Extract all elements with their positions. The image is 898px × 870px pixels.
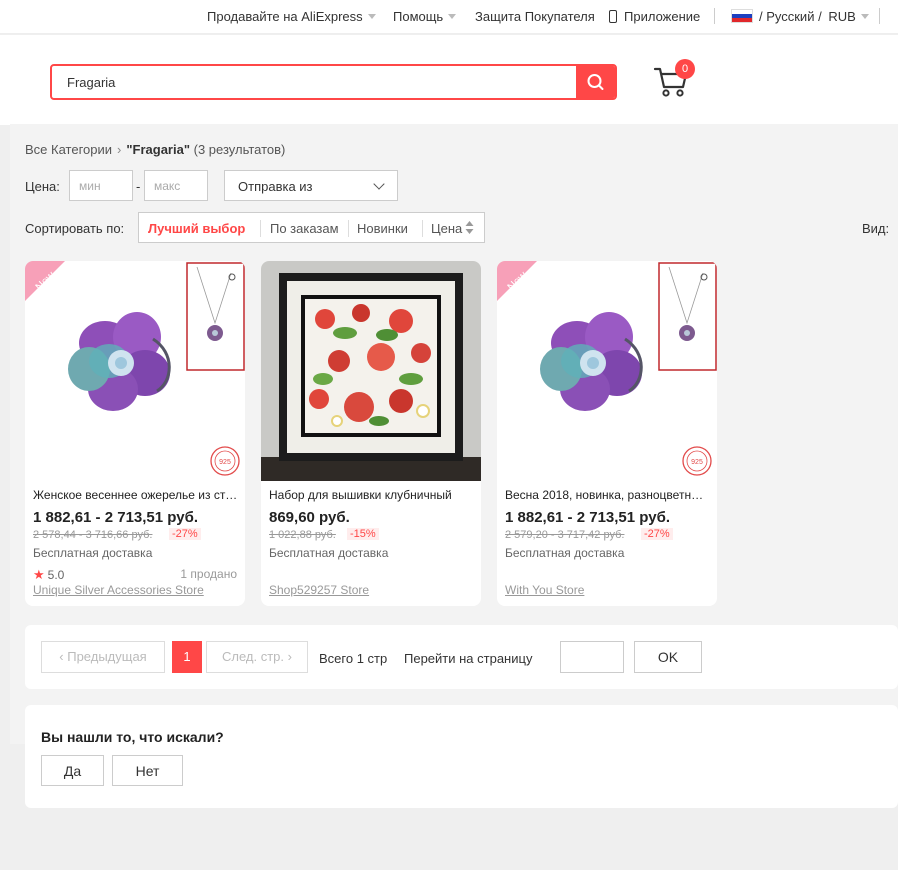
product-old-price: 2 579,20 - 3 717,42 руб. <box>505 529 625 541</box>
page-1-button[interactable]: 1 <box>172 641 202 673</box>
product-price: 1 882,61 - 2 713,51 руб. <box>33 509 199 526</box>
search-input[interactable] <box>52 66 577 98</box>
divider <box>422 220 423 237</box>
goto-page-ok-button[interactable]: OK <box>634 641 702 673</box>
phone-icon <box>609 10 617 23</box>
product-rating: ★ 5.0 <box>33 567 64 583</box>
product-image[interactable]: New 925 <box>497 261 717 481</box>
search-bar <box>50 64 617 100</box>
caret-down-icon <box>367 14 376 19</box>
product-title[interactable]: Набор для вышивки клубничный <box>269 488 475 502</box>
language-currency-menu[interactable]: / Русский / RUB <box>731 9 869 24</box>
sort-label: Сортировать по: <box>25 221 125 236</box>
russia-flag-icon <box>731 9 753 23</box>
breadcrumb-all-categories[interactable]: Все Категории <box>25 142 112 157</box>
currency-label: RUB <box>828 9 856 24</box>
product-old-price: 1 022,88 руб. <box>269 529 336 541</box>
rating-value: 5.0 <box>47 568 65 582</box>
prev-page-button[interactable]: ‹ Предыдущая <box>41 641 165 673</box>
divider <box>879 8 880 24</box>
product-old-price: 2 578,44 - 3 716,66 руб. <box>33 529 153 541</box>
help-menu[interactable]: Помощь <box>393 9 457 24</box>
sell-on-aliexpress-menu[interactable]: Продавайте на AliExpress <box>207 9 376 24</box>
next-page-button[interactable]: След. стр. › <box>206 641 308 673</box>
star-icon: ★ <box>33 567 45 582</box>
header: 0 <box>0 35 898 125</box>
help-label: Помощь <box>393 9 444 24</box>
breadcrumb: Все Категории › "Fragaria" (3 результатов) <box>25 142 285 157</box>
divider <box>714 8 715 24</box>
goto-page-label: Перейти на страницу <box>404 651 533 666</box>
price-filter-label: Цена: <box>25 179 60 194</box>
top-bar: Продавайте на AliExpress Помощь Защита П… <box>0 0 898 34</box>
chevron-right-icon: › <box>117 142 122 157</box>
sort-newest[interactable]: Новинки <box>357 221 408 236</box>
product-image[interactable] <box>261 261 481 481</box>
cart-count-badge: 0 <box>675 59 695 79</box>
product-price: 869,60 руб. <box>269 509 350 526</box>
product-discount: -27% <box>641 528 673 540</box>
product-card[interactable]: New 925 Весна 2018, новинка, разноцветны <box>497 261 717 606</box>
store-link[interactable]: Shop529257 Store <box>269 583 369 597</box>
chevron-down-icon <box>373 178 385 190</box>
sort-best-match[interactable]: Лучший выбор <box>148 221 245 236</box>
product-title[interactable]: Женское весеннее ожерелье из стерлингово… <box>33 488 239 502</box>
search-button[interactable] <box>576 66 615 98</box>
product-card[interactable]: New 925 Женское весеннее ожерелье из сте <box>25 261 245 606</box>
view-label: Вид: <box>862 221 890 236</box>
product-shipping: Бесплатная доставка <box>269 546 389 560</box>
goto-page-input[interactable] <box>560 641 624 673</box>
app-link[interactable]: Приложение <box>609 9 700 24</box>
product-sold-count: 1 продано <box>180 567 237 581</box>
divider <box>260 220 261 237</box>
buyer-protection-link[interactable]: Защита Покупателя <box>475 9 595 24</box>
app-label: Приложение <box>624 9 701 24</box>
caret-down-icon <box>860 14 869 19</box>
store-link[interactable]: With You Store <box>505 583 584 597</box>
product-shipping: Бесплатная доставка <box>505 546 625 560</box>
product-shipping: Бесплатная доставка <box>33 546 153 560</box>
store-link[interactable]: Unique Silver Accessories Store <box>33 583 204 597</box>
price-max-input[interactable] <box>144 170 208 201</box>
language-label: / Русский / <box>759 9 822 24</box>
silver-stamp-text: 925 <box>691 459 703 466</box>
product-title[interactable]: Весна 2018, новинка, разноцветный цветок <box>505 488 711 502</box>
search-icon <box>587 74 604 90</box>
next-page-label: След. стр. <box>222 649 285 664</box>
feedback-no-button[interactable]: Нет <box>112 755 183 786</box>
product-image[interactable]: New 925 <box>25 261 245 481</box>
sell-on-aliexpress-label: Продавайте на AliExpress <box>207 9 363 24</box>
prev-page-label: Предыдущая <box>67 649 147 664</box>
total-pages: Всего 1 стр <box>319 651 388 666</box>
product-card[interactable]: Набор для вышивки клубничный 869,60 руб.… <box>261 261 481 606</box>
divider <box>348 220 349 237</box>
feedback-yes-button[interactable]: Да <box>41 755 104 786</box>
chevron-right-icon: › <box>284 649 292 664</box>
price-dash: - <box>136 179 141 194</box>
sort-by-orders[interactable]: По заказам <box>270 221 339 236</box>
product-discount: -27% <box>169 528 201 540</box>
breadcrumb-query: "Fragaria" <box>126 142 190 157</box>
product-price: 1 882,61 - 2 713,51 руб. <box>505 509 671 526</box>
product-discount: -15% <box>347 528 379 540</box>
ship-from-select[interactable]: Отправка из <box>224 170 398 201</box>
silver-stamp-text: 925 <box>219 459 231 466</box>
ship-from-label: Отправка из <box>238 179 313 194</box>
sort-arrows-icon[interactable] <box>465 221 474 234</box>
sort-price[interactable]: Цена <box>431 221 462 236</box>
feedback-question: Вы нашли то, что искали? <box>41 729 224 745</box>
caret-down-icon <box>448 14 457 19</box>
results-count: (3 результатов) <box>193 142 286 157</box>
price-min-input[interactable] <box>69 170 133 201</box>
sort-options: Лучший выбор По заказам Новинки Цена <box>138 212 485 243</box>
